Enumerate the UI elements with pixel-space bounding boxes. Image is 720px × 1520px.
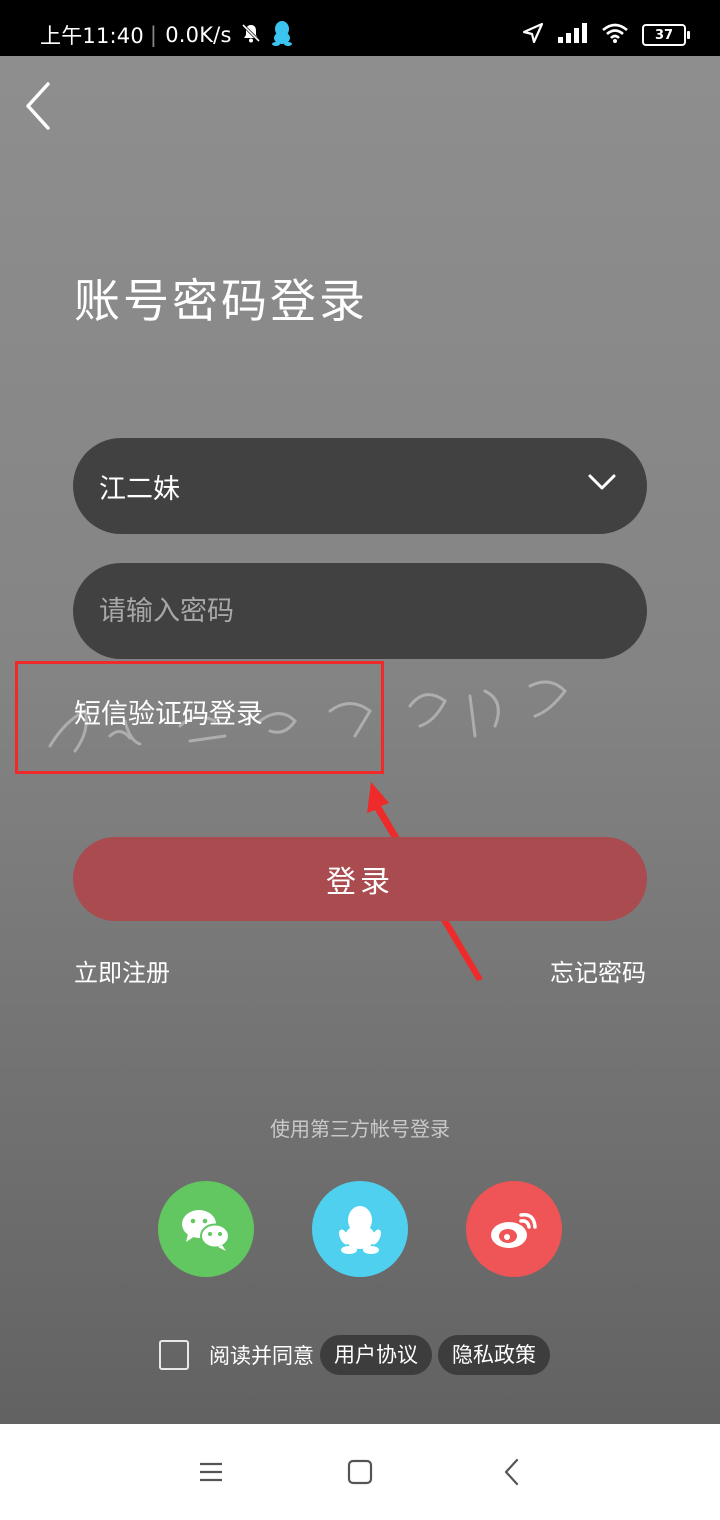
annotation-highlight-box <box>15 661 384 774</box>
account-value: 江二妹 <box>99 473 180 505</box>
forgot-password-link[interactable]: 忘记密码 <box>550 953 646 988</box>
password-field-container <box>73 563 647 659</box>
account-select[interactable]: 江二妹 <box>73 438 647 534</box>
user-agreement-link[interactable]: 用户协议 <box>320 1335 432 1375</box>
third-party-label: 使用第三方帐号登录 <box>270 1117 450 1141</box>
page-title: 账号密码登录 <box>74 274 368 328</box>
status-net-speed: 0.0K/s <box>165 23 232 47</box>
status-time: 上午11:40 <box>40 24 144 48</box>
status-separator: | <box>149 23 158 47</box>
nav-menu-button[interactable] <box>191 1452 231 1492</box>
agreement-row: 阅读并同意 用户协议 隐私政策 <box>159 1335 556 1375</box>
chevron-down-icon[interactable] <box>587 472 617 492</box>
qq-penguin-icon <box>339 1206 381 1254</box>
battery-level: 37 <box>654 27 674 43</box>
nav-home-button[interactable] <box>340 1452 380 1492</box>
mute-bell-icon <box>240 22 262 49</box>
register-link[interactable]: 立即注册 <box>74 953 170 988</box>
agree-text: 阅读并同意 <box>209 1344 314 1368</box>
menu-icon <box>200 1462 222 1482</box>
qq-login-button[interactable] <box>312 1181 408 1277</box>
battery-icon: 37 <box>642 24 690 46</box>
home-square-icon <box>347 1459 373 1485</box>
agree-checkbox[interactable] <box>159 1340 189 1370</box>
chevron-left-icon <box>26 82 50 130</box>
weibo-login-button[interactable] <box>466 1181 562 1277</box>
location-icon <box>522 22 544 48</box>
login-button[interactable]: 登录 <box>73 837 647 921</box>
privacy-policy-link[interactable]: 隐私政策 <box>438 1335 550 1375</box>
wifi-icon <box>602 23 628 47</box>
status-bar: 上午11:40 | 0.0K/s 37 <box>0 0 720 56</box>
weibo-icon <box>491 1213 537 1248</box>
password-input[interactable] <box>99 595 619 627</box>
wechat-login-button[interactable] <box>158 1181 254 1277</box>
nav-back-button[interactable] <box>492 1452 532 1492</box>
system-nav-bar <box>0 1424 720 1520</box>
nav-back-icon <box>504 1458 519 1486</box>
back-button[interactable] <box>20 78 60 134</box>
signal-icon <box>558 23 588 47</box>
qq-notification-icon <box>270 20 294 51</box>
wechat-icon <box>182 1210 230 1251</box>
login-screen: 账号密码登录 江二妹 短信验证码登录 登录 立即注册 忘记密码 使用第三方帐号登… <box>0 56 720 1424</box>
